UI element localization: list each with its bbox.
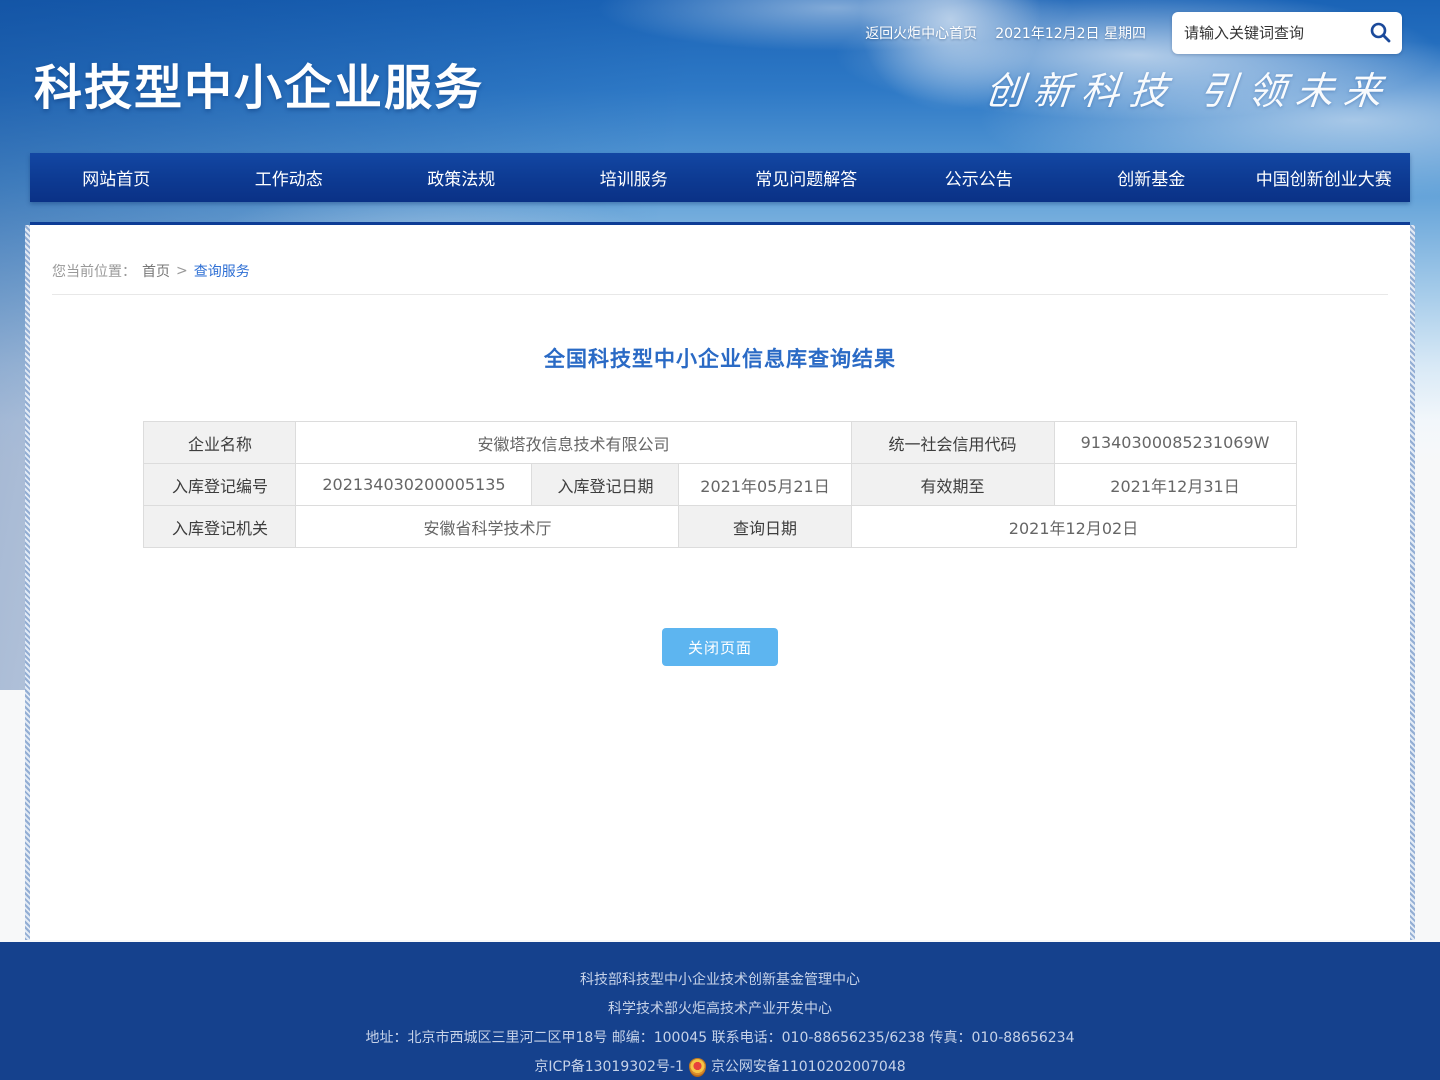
table-row-company: 企业名称 安徽塔孜信息技术有限公司 统一社会信用代码 9134030008523… [144, 422, 1296, 464]
footer-org-line2: 科学技术部火炬高技术产业开发中心 [0, 995, 1440, 1024]
label-credit-code: 统一社会信用代码 [851, 422, 1054, 464]
nav-item-innovation-fund[interactable]: 创新基金 [1065, 153, 1238, 202]
slogan-calligraphy: 创新科技 引领未来 [983, 60, 1395, 115]
breadcrumb-current-link[interactable]: 查询服务 [194, 261, 250, 281]
label-query-date: 查询日期 [679, 506, 851, 548]
breadcrumb: 您当前位置： 首页 > 查询服务 [30, 225, 1410, 281]
nav-item-home[interactable]: 网站首页 [30, 153, 203, 202]
site-footer: 科技部科技型中小企业技术创新基金管理中心 科学技术部火炬高技术产业开发中心 地址… [0, 942, 1440, 1080]
breadcrumb-divider [52, 294, 1388, 295]
label-company-name: 企业名称 [144, 422, 296, 464]
label-valid-until: 有效期至 [851, 464, 1054, 506]
breadcrumb-home-link[interactable]: 首页 [142, 261, 170, 281]
value-registration-date: 2021年05月21日 [679, 464, 851, 506]
nav-item-announcements[interactable]: 公示公告 [893, 153, 1066, 202]
value-query-date: 2021年12月02日 [851, 506, 1296, 548]
nav-item-innovation-competition[interactable]: 中国创新创业大赛 [1238, 153, 1411, 202]
top-utility-bar: 返回火炬中心首页 2021年12月2日 星期四 [865, 12, 1402, 54]
site-logo: 科技型中小企业服务 [34, 48, 484, 118]
nav-item-policies[interactable]: 政策法规 [375, 153, 548, 202]
breadcrumb-prefix: 您当前位置： [52, 261, 136, 281]
nav-item-work-news[interactable]: 工作动态 [203, 153, 376, 202]
search-input[interactable] [1184, 24, 1366, 42]
breadcrumb-separator: > [176, 263, 188, 279]
label-registration-number: 入库登记编号 [144, 464, 296, 506]
site-header: 科技型中小企业服务 返回火炬中心首页 2021年12月2日 星期四 创新科技 引… [0, 0, 1440, 153]
query-result-table: 企业名称 安徽塔孜信息技术有限公司 统一社会信用代码 9134030008523… [143, 421, 1296, 548]
nav-item-faq[interactable]: 常见问题解答 [720, 153, 893, 202]
nav-item-training[interactable]: 培训服务 [548, 153, 721, 202]
return-torch-center-link[interactable]: 返回火炬中心首页 [865, 23, 977, 43]
value-registration-authority: 安徽省科学技术厅 [296, 506, 679, 548]
search-box[interactable] [1172, 12, 1402, 54]
footer-contact-line: 地址：北京市西城区三里河二区甲18号 邮编：100045 联系电话：010-88… [0, 1024, 1440, 1053]
value-company-name: 安徽塔孜信息技术有限公司 [296, 422, 851, 464]
main-navigation: 网站首页 工作动态 政策法规 培训服务 常见问题解答 公示公告 创新基金 中国创… [30, 153, 1410, 202]
police-badge-icon [689, 1058, 706, 1077]
close-page-button[interactable]: 关闭页面 [662, 628, 778, 666]
label-registration-authority: 入库登记机关 [144, 506, 296, 548]
value-registration-number: 202134030200005135 [296, 464, 532, 506]
public-security-record-link[interactable]: 京公网安备11010202007048 [711, 1053, 906, 1080]
current-date: 2021年12月2日 星期四 [995, 23, 1146, 43]
content-panel: 您当前位置： 首页 > 查询服务 全国科技型中小企业信息库查询结果 企业名称 安… [30, 222, 1410, 940]
value-valid-until: 2021年12月31日 [1054, 464, 1296, 506]
table-row-registration: 入库登记编号 202134030200005135 入库登记日期 2021年05… [144, 464, 1296, 506]
label-registration-date: 入库登记日期 [532, 464, 679, 506]
value-credit-code: 91340300085231069W [1054, 422, 1296, 464]
search-button[interactable] [1366, 18, 1394, 49]
search-icon [1368, 20, 1392, 47]
footer-org-line1: 科技部科技型中小企业技术创新基金管理中心 [0, 966, 1440, 995]
icp-record-link[interactable]: 京ICP备13019302号-1 [534, 1053, 684, 1080]
page-title: 全国科技型中小企业信息库查询结果 [30, 343, 1410, 373]
table-row-authority: 入库登记机关 安徽省科学技术厅 查询日期 2021年12月02日 [144, 506, 1296, 548]
footer-record-line: 京ICP备13019302号-1 京公网安备11010202007048 [0, 1053, 1440, 1080]
